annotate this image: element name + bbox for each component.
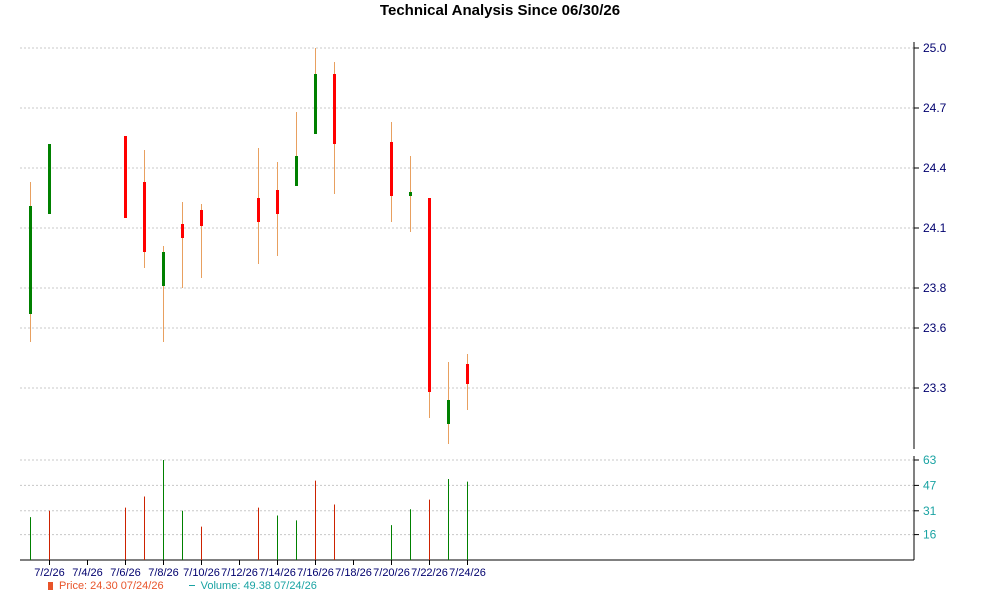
stock-chart: 23.3 23.6 23.8 24.1 24.4 24.7 25.0 16 31 47 63 7/2/…: [20, 41, 947, 579]
candle-body-up: [29, 206, 32, 314]
candle-body-up: [314, 74, 317, 134]
candle-body-down: [181, 224, 184, 238]
legend-volume-swatch: [188, 584, 195, 586]
tick-labels: 23.3 23.6 23.8 24.1 24.4 24.7 25.0 16 31 47 63 7/2/…: [34, 41, 946, 579]
candle-body-up: [447, 400, 450, 424]
candle-body-down: [276, 190, 279, 214]
price-tick-label: 23.3: [923, 381, 947, 395]
candle-body-down: [257, 198, 260, 222]
price-tick-label: 25.0: [923, 41, 947, 55]
candle-body-up: [295, 156, 298, 186]
date-tick-label: 7/6/26: [110, 567, 141, 579]
legend-volume-text: Volume: 49.38 07/24/26: [200, 580, 317, 592]
volume-tick-label: 16: [923, 528, 937, 542]
date-tick-label: 7/16/26: [297, 567, 334, 579]
candle-body-down: [428, 198, 431, 392]
legend: Price: 24.30 07/24/26 Volume: 49.38 07/2…: [48, 580, 339, 592]
candle-body-down: [390, 142, 393, 196]
candle-body-up: [409, 192, 412, 196]
candle-body-down: [200, 210, 203, 226]
volume-tick-label: 47: [923, 478, 937, 492]
date-tick-label: 7/10/26: [183, 567, 220, 579]
price-tick-label: 23.8: [923, 281, 947, 295]
price-tick-label: 24.4: [923, 161, 947, 175]
candle-body-down: [333, 74, 336, 144]
grid-lines: [20, 47, 914, 536]
date-tick-label: 7/18/26: [335, 567, 372, 579]
date-tick-label: 7/22/26: [411, 567, 448, 579]
candle-body-down: [124, 136, 127, 218]
volume-tick-label: 31: [923, 504, 937, 518]
volume-tick-label: 63: [923, 453, 937, 467]
legend-price-swatch: [48, 582, 53, 591]
price-tick-label: 24.1: [923, 221, 947, 235]
candle-body-down: [143, 182, 146, 252]
date-tick-label: 7/2/26: [34, 567, 65, 579]
axes: [20, 42, 919, 565]
candle-body-down: [466, 364, 469, 384]
price-tick-label: 24.7: [923, 101, 947, 115]
candle-body-up: [48, 144, 51, 214]
date-tick-label: 7/4/26: [72, 567, 103, 579]
date-tick-label: 7/14/26: [259, 567, 296, 579]
candle-body-up: [162, 252, 165, 286]
legend-price: Price: 24.30 07/24/26: [48, 580, 167, 592]
price-tick-label: 23.6: [923, 321, 947, 335]
date-tick-label: 7/8/26: [148, 567, 179, 579]
date-tick-label: 7/12/26: [221, 567, 258, 579]
date-tick-label: 7/20/26: [373, 567, 410, 579]
date-tick-label: 7/24/26: [449, 567, 486, 579]
legend-volume: Volume: 49.38 07/24/26: [188, 580, 317, 592]
legend-price-text: Price: 24.30 07/24/26: [59, 580, 164, 592]
price-candles: [29, 48, 469, 444]
volume-bars: [30, 460, 468, 560]
